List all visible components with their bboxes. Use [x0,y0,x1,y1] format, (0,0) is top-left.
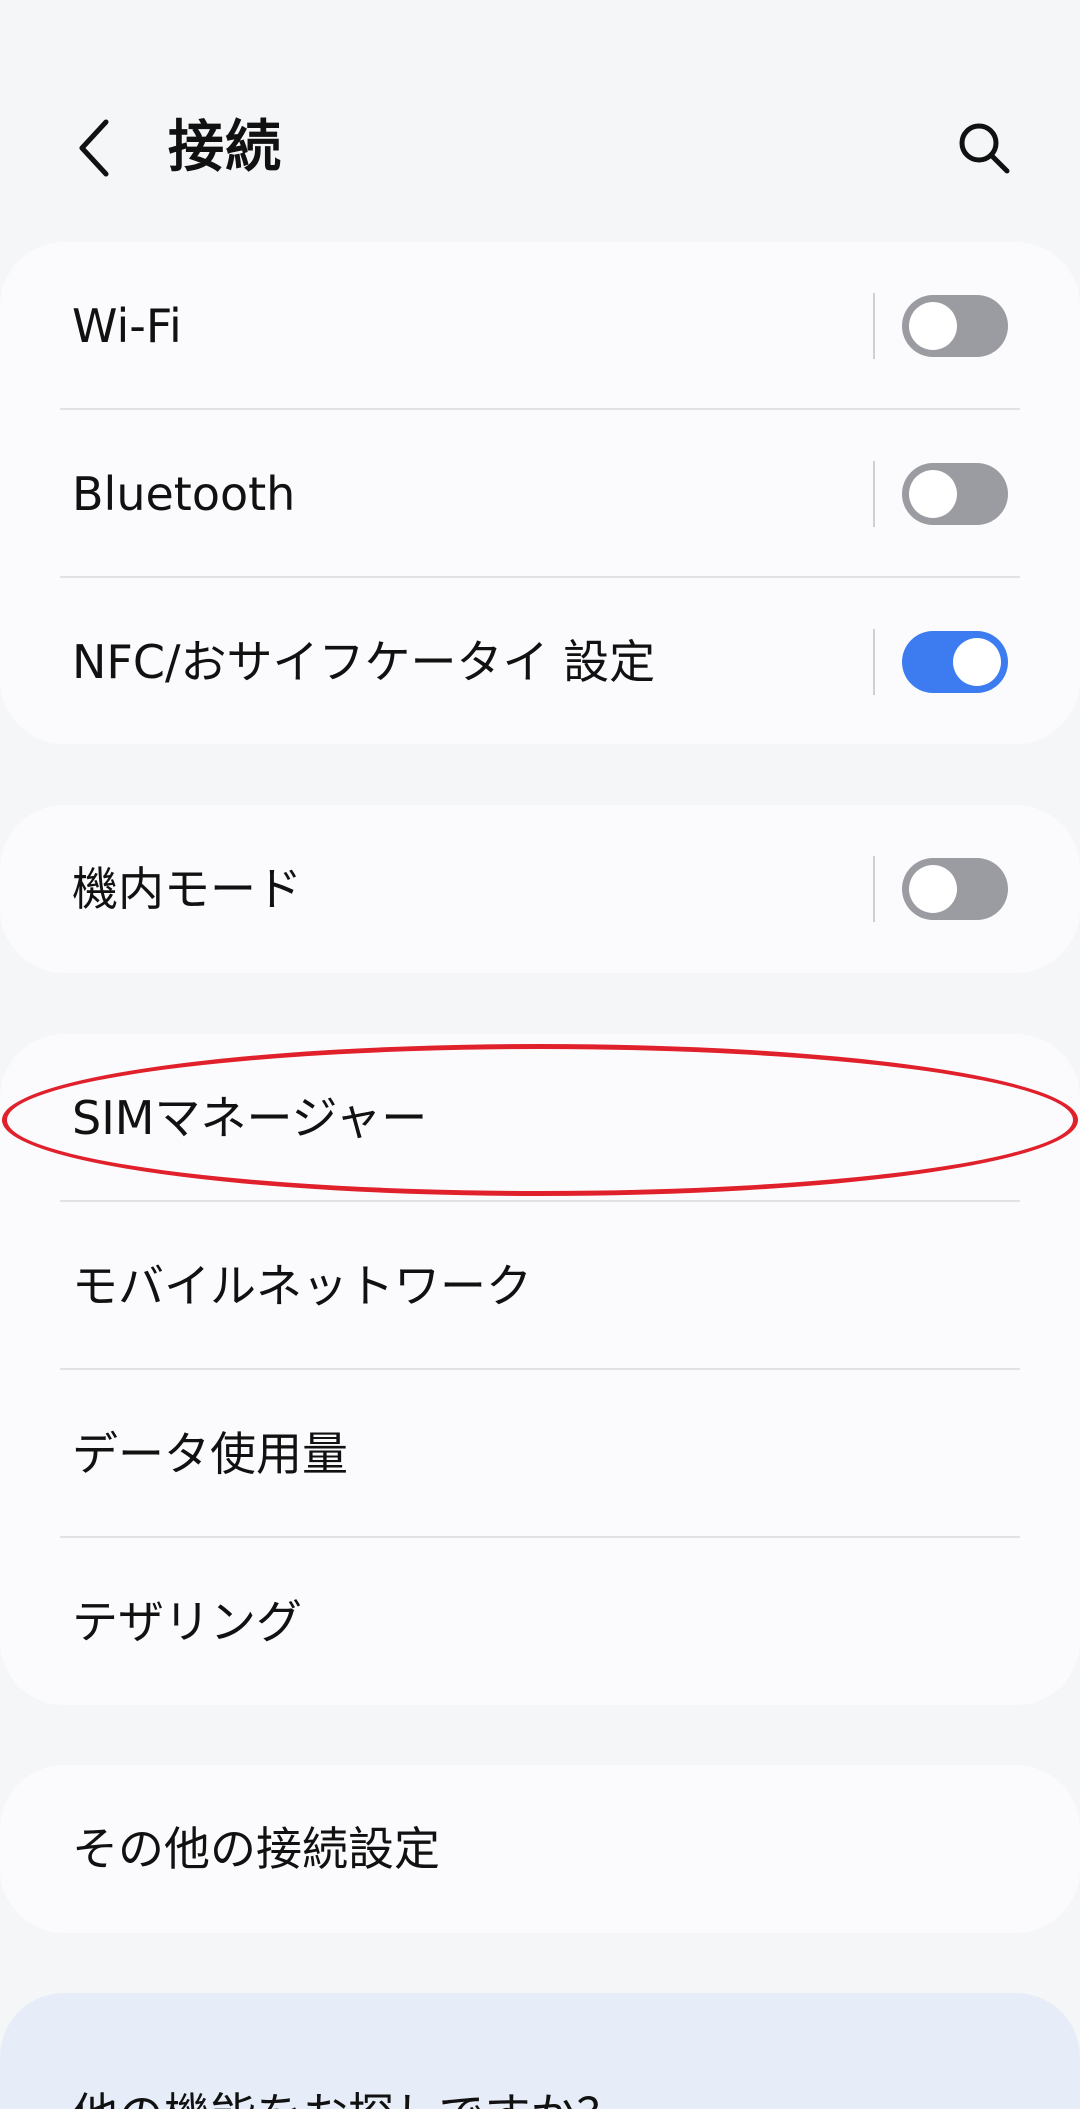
wifi-row[interactable]: Wi-Fi [0,242,1080,410]
airplane-mode-label: 機内モード [72,862,302,916]
chevron-left-icon [79,119,109,177]
more-connection-settings-row[interactable]: その他の接続設定 [0,1765,1080,1933]
nfc-row[interactable]: NFC/おサイフケータイ 設定 [0,578,1080,744]
airplane-mode-toggle[interactable] [902,858,1008,920]
separator [873,856,875,922]
search-button[interactable] [948,112,1020,184]
data-usage-row[interactable]: データ使用量 [0,1370,1080,1538]
nfc-toggle[interactable] [902,631,1008,693]
separator [873,293,875,359]
data-usage-label: データ使用量 [72,1427,348,1481]
wifi-toggle[interactable] [902,295,1008,357]
connections-card: Wi-Fi Bluetooth NFC/おサイフケータイ 設定 [0,242,1080,744]
wifi-label: Wi-Fi [72,299,182,353]
separator [873,461,875,527]
sim-manager-label: SIMマネージャー [72,1091,428,1145]
back-button[interactable] [64,110,124,186]
mobile-network-label: モバイルネットワーク [72,1259,532,1313]
bluetooth-row[interactable]: Bluetooth [0,410,1080,578]
page-title: 接続 [168,115,282,180]
nfc-label: NFC/おサイフケータイ 設定 [72,635,656,689]
tethering-row[interactable]: テザリング [0,1538,1080,1705]
toggle-knob [909,302,957,350]
mobile-network-row[interactable]: モバイルネットワーク [0,1202,1080,1370]
toggle-knob [909,865,957,913]
connections-settings-screen: 接続 Wi-Fi Bluetooth NFC/おサイフケータイ 設定 機内モード… [0,0,1080,2109]
toggle-knob [953,638,1001,686]
separator [873,629,875,695]
app-bar: 接続 [0,100,1080,196]
network-card: SIMマネージャー モバイルネットワーク データ使用量 テザリング [0,1034,1080,1705]
search-icon [959,123,1010,174]
suggestion-title: 他の機能をお探しですか？ [72,2085,623,2109]
bluetooth-toggle[interactable] [902,463,1008,525]
airplane-mode-row[interactable]: 機内モード [0,805,1080,973]
tethering-label: テザリング [72,1595,302,1649]
more-connection-settings-label: その他の接続設定 [72,1822,440,1876]
toggle-knob [909,470,957,518]
sim-manager-row[interactable]: SIMマネージャー [0,1034,1080,1202]
more-connection-settings-card: その他の接続設定 [0,1765,1080,1933]
suggestion-card: 他の機能をお探しですか？ [0,1993,1080,2109]
airplane-mode-card: 機内モード [0,805,1080,973]
bluetooth-label: Bluetooth [72,467,296,521]
